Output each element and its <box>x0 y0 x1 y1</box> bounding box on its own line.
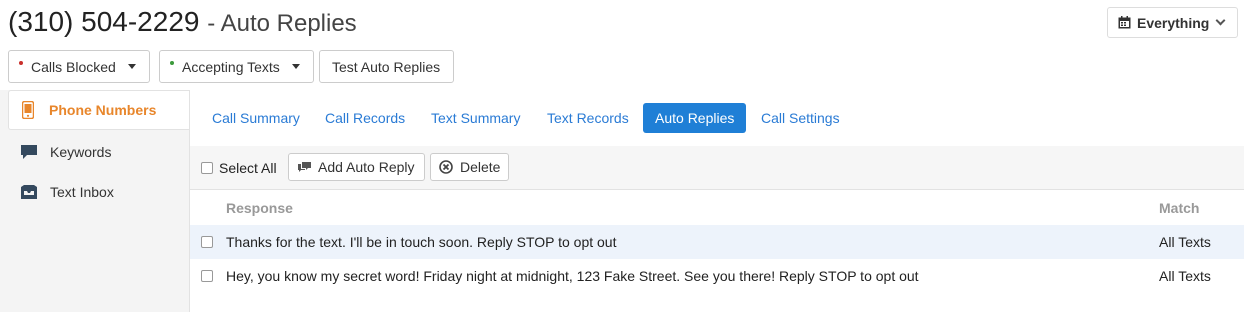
add-auto-reply-label: Add Auto Reply <box>318 159 415 175</box>
chevron-down-icon <box>1215 15 1226 26</box>
test-auto-replies-label: Test Auto Replies <box>332 58 441 75</box>
sidebar: Phone Numbers Keywords Text Inbox <box>0 90 189 312</box>
tab-call-records[interactable]: Call Records <box>313 103 417 133</box>
column-header-response[interactable]: Response <box>226 191 293 225</box>
sidebar-item-text-inbox[interactable]: Text Inbox <box>0 173 189 211</box>
add-auto-reply-button[interactable]: Add Auto Reply <box>288 153 425 181</box>
delete-label: Delete <box>460 159 501 175</box>
page-title: (310) 504-2229 - Auto Replies <box>8 6 357 38</box>
delete-button[interactable]: Delete <box>430 153 509 181</box>
sidebar-item-label: Phone Numbers <box>49 102 157 118</box>
caret-down-icon <box>291 64 300 69</box>
speech-bubble-icon <box>20 143 38 161</box>
tab-text-summary[interactable]: Text Summary <box>419 103 532 133</box>
delete-circle-icon <box>439 160 453 174</box>
range-selector-label: Everything <box>1137 14 1210 31</box>
test-auto-replies-button[interactable]: Test Auto Replies <box>319 50 454 83</box>
sidebar-item-label: Keywords <box>50 144 112 160</box>
column-header-match[interactable]: Match <box>1159 191 1199 225</box>
toolbar: Select All Add Auto Reply Delete <box>190 146 1244 190</box>
table-header: Response Match <box>190 191 1244 225</box>
chat-icon <box>297 161 312 173</box>
table-row[interactable]: Hey, you know my secret word! Friday nig… <box>190 259 1244 293</box>
select-all-label: Select All <box>219 160 277 176</box>
select-all-checkbox[interactable] <box>201 161 213 179</box>
response-cell: Thanks for the text. I'll be in touch so… <box>226 234 617 250</box>
sidebar-item-keywords[interactable]: Keywords <box>0 133 189 171</box>
accepting-texts-button[interactable]: Accepting Texts <box>159 50 314 83</box>
caret-down-icon <box>127 64 136 69</box>
sidebar-item-phone-numbers[interactable]: Phone Numbers <box>8 90 189 130</box>
match-cell: All Texts <box>1159 268 1211 284</box>
match-cell: All Texts <box>1159 234 1211 250</box>
tab-auto-replies[interactable]: Auto Replies <box>643 103 747 133</box>
main-panel: Call Summary Call Records Text Summary T… <box>189 90 1244 312</box>
tab-call-settings[interactable]: Call Settings <box>749 103 852 133</box>
response-cell: Hey, you know my secret word! Friday nig… <box>226 268 919 284</box>
range-selector[interactable]: Everything <box>1107 7 1238 38</box>
calendar-icon <box>1118 16 1131 29</box>
page-subtitle: - Auto Replies <box>207 10 357 37</box>
status-dot-green <box>170 60 174 65</box>
calls-blocked-label: Calls Blocked <box>31 58 116 75</box>
phone-number: (310) 504-2229 <box>8 6 200 37</box>
calls-blocked-button[interactable]: Calls Blocked <box>8 50 150 83</box>
tab-text-records[interactable]: Text Records <box>535 103 641 133</box>
inbox-icon <box>20 183 38 201</box>
row-checkbox[interactable] <box>201 259 213 293</box>
accepting-texts-label: Accepting Texts <box>182 58 280 75</box>
table-row[interactable]: Thanks for the text. I'll be in touch so… <box>190 225 1244 259</box>
sidebar-item-label: Text Inbox <box>50 184 114 200</box>
status-dot-red <box>19 60 23 65</box>
tab-call-summary[interactable]: Call Summary <box>200 103 312 133</box>
phone-icon <box>19 101 37 119</box>
row-checkbox[interactable] <box>201 225 213 259</box>
